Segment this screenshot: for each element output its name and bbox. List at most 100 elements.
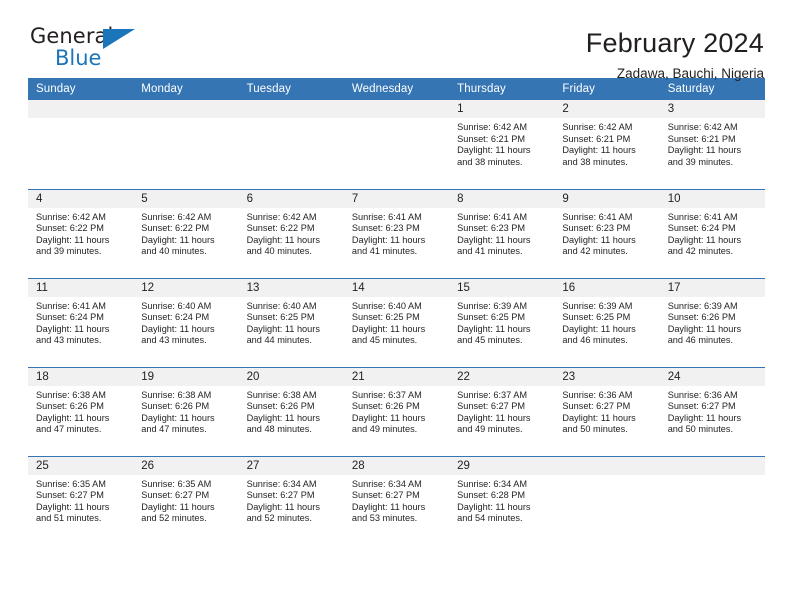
calendar-day-cell[interactable]: 4 Sunrise: 6:42 AM Sunset: 6:22 PM Daylight… — [28, 188, 134, 278]
calendar-day-cell[interactable]: 22 Sunrise: 6:37 AM Sunset: 6:27 PM Dayligh… — [449, 366, 555, 456]
daylight-text-line1: Daylight: 11 hours — [667, 145, 742, 156]
calendar-week-row: 11 Sunrise: 6:41 AM Sunset: 6:24 PM Dayligh… — [28, 277, 765, 367]
day-sun-info: Sunrise: 6:34 AM Sunset: 6:28 PM Daylight:… — [449, 475, 554, 525]
day-sun-info: Sunrise: 6:36 AM Sunset: 6:27 PM Daylight:… — [554, 386, 659, 436]
daylight-text-line1: Daylight: 11 hours — [246, 323, 320, 334]
daylight-text-line1: Daylight: 11 hours — [457, 412, 531, 423]
calendar-day-cell[interactable]: 23 Sunrise: 6:36 AM Sunset: 6:27 PM Dayligh… — [554, 366, 660, 456]
sunrise-text: Sunrise: 6:37 AM — [457, 389, 528, 400]
calendar-day-cell[interactable]: 21 Sunrise: 6:37 AM Sunset: 6:26 PM Dayligh… — [343, 366, 450, 456]
daylight-text-line1: Daylight: 11 hours — [246, 234, 320, 245]
calendar-day-cell[interactable]: 3 Sunrise: 6:42 AM Sunset: 6:21 PM Daylight… — [659, 100, 765, 189]
calendar-day-cell[interactable]: 2 Sunrise: 6:42 AM Sunset: 6:21 PM Daylight… — [554, 100, 660, 189]
title-block: February 2024 Zadawa, Bauchi, Nigeria — [586, 26, 764, 82]
day-sun-info: Sunrise: 6:42 AM Sunset: 6:22 PM Daylight:… — [133, 208, 238, 258]
calendar-day-cell[interactable]: 16 Sunrise: 6:39 AM Sunset: 6:25 PM Dayligh… — [554, 277, 660, 367]
daylight-text-line1: Daylight: 11 hours — [141, 412, 215, 423]
day-number: 26 — [133, 456, 239, 475]
logo-text-blue: Blue — [55, 46, 102, 70]
calendar-day-cell[interactable]: 5 Sunrise: 6:42 AM Sunset: 6:22 PM Daylight… — [133, 188, 239, 278]
calendar-day-cell[interactable]: 13 Sunrise: 6:40 AM Sunset: 6:25 PM Dayligh… — [238, 277, 344, 367]
day-number: 8 — [449, 189, 555, 208]
weekday-header-thursday: Thursday — [449, 78, 555, 100]
calendar-day-cell[interactable]: 29 Sunrise: 6:34 AM Sunset: 6:28 PM Dayligh… — [449, 455, 555, 545]
calendar-day-cell[interactable]: 19 Sunrise: 6:38 AM Sunset: 6:26 PM Dayligh… — [133, 366, 239, 456]
calendar-container: Sunday Monday Tuesday Wednesday Thursday… — [0, 78, 792, 545]
general-blue-logo: General Blue — [30, 26, 142, 74]
daylight-text-line1: Daylight: 11 hours — [351, 323, 426, 334]
day-number — [28, 100, 134, 118]
calendar-day-cell[interactable]: 1 Sunrise: 6:42 AM Sunset: 6:21 PM Daylight… — [449, 100, 555, 189]
calendar-day-cell[interactable]: 9 Sunrise: 6:41 AM Sunset: 6:23 PM Daylight… — [554, 188, 660, 278]
calendar-day-cell[interactable]: 28 Sunrise: 6:34 AM Sunset: 6:27 PM Dayligh… — [343, 455, 450, 545]
day-sun-info: Sunrise: 6:41 AM Sunset: 6:23 PM Daylight:… — [344, 208, 449, 258]
calendar-day-cell[interactable]: 10 Sunrise: 6:41 AM Sunset: 6:24 PM Dayligh… — [659, 188, 765, 278]
calendar-day-cell[interactable]: 17 Sunrise: 6:39 AM Sunset: 6:26 PM Dayligh… — [659, 277, 765, 367]
sunset-text: Sunset: 6:22 PM — [36, 223, 104, 234]
daylight-text-line2: and 49 minutes. — [351, 424, 418, 435]
sunset-text: Sunset: 6:23 PM — [562, 223, 631, 234]
daylight-text-line2: and 38 minutes. — [457, 156, 523, 167]
calendar-day-cell[interactable]: 12 Sunrise: 6:40 AM Sunset: 6:24 PM Dayligh… — [133, 277, 239, 367]
sunrise-text: Sunrise: 6:40 AM — [141, 300, 212, 311]
sunset-text: Sunset: 6:24 PM — [667, 223, 736, 234]
daylight-text-line2: and 50 minutes. — [562, 424, 628, 435]
sunset-text: Sunset: 6:27 PM — [141, 490, 210, 501]
calendar-day-cell[interactable]: 6 Sunrise: 6:42 AM Sunset: 6:22 PM Daylight… — [238, 188, 344, 278]
day-number: 22 — [449, 367, 555, 386]
day-number: 29 — [449, 456, 555, 475]
calendar-day-cell[interactable]: 24 Sunrise: 6:36 AM Sunset: 6:27 PM Dayligh… — [659, 366, 765, 456]
calendar-empty-cell — [659, 455, 765, 545]
sunset-text: Sunset: 6:21 PM — [667, 133, 736, 144]
sunrise-text: Sunrise: 6:42 AM — [141, 211, 212, 222]
calendar-day-cell[interactable]: 27 Sunrise: 6:34 AM Sunset: 6:27 PM Dayligh… — [238, 455, 344, 545]
daylight-text-line2: and 41 minutes. — [351, 246, 418, 257]
daylight-text-line2: and 47 minutes. — [141, 424, 207, 435]
day-number: 13 — [238, 278, 344, 297]
page-title: February 2024 — [585, 28, 764, 58]
sunset-text: Sunset: 6:27 PM — [457, 401, 526, 412]
daylight-text-line1: Daylight: 11 hours — [562, 145, 636, 156]
daylight-text-line1: Daylight: 11 hours — [141, 234, 215, 245]
calendar-week-row: 1 Sunrise: 6:42 AM Sunset: 6:21 PM Daylight… — [28, 100, 765, 189]
daylight-text-line1: Daylight: 11 hours — [351, 412, 426, 423]
daylight-text-line1: Daylight: 11 hours — [36, 234, 110, 245]
calendar-day-cell[interactable]: 7 Sunrise: 6:41 AM Sunset: 6:23 PM Daylight… — [343, 188, 450, 278]
sunrise-text: Sunrise: 6:36 AM — [667, 389, 738, 400]
day-sun-info: Sunrise: 6:42 AM Sunset: 6:21 PM Daylight:… — [554, 118, 659, 168]
sunrise-text: Sunrise: 6:34 AM — [457, 478, 528, 489]
sunrise-text: Sunrise: 6:41 AM — [562, 211, 633, 222]
calendar-day-cell[interactable]: 25 Sunrise: 6:35 AM Sunset: 6:27 PM Dayligh… — [28, 455, 134, 545]
sunrise-text: Sunrise: 6:41 AM — [36, 300, 106, 311]
calendar-day-cell[interactable]: 18 Sunrise: 6:38 AM Sunset: 6:26 PM Dayligh… — [28, 366, 134, 456]
calendar-day-cell[interactable]: 11 Sunrise: 6:41 AM Sunset: 6:24 PM Dayligh… — [28, 277, 134, 367]
day-number: 9 — [554, 189, 660, 208]
sunrise-text: Sunrise: 6:42 AM — [562, 122, 633, 132]
calendar-page: General Blue February 2024 Zadawa, Bauch… — [0, 0, 792, 612]
day-number: 17 — [659, 278, 765, 297]
calendar-day-cell[interactable]: 15 Sunrise: 6:39 AM Sunset: 6:25 PM Dayligh… — [449, 277, 555, 367]
calendar-day-cell[interactable]: 20 Sunrise: 6:38 AM Sunset: 6:26 PM Dayligh… — [238, 366, 344, 456]
daylight-text-line2: and 46 minutes. — [667, 335, 734, 346]
sunset-text: Sunset: 6:26 PM — [351, 401, 420, 412]
sunrise-text: Sunrise: 6:38 AM — [246, 389, 317, 400]
calendar-day-cell[interactable]: 14 Sunrise: 6:40 AM Sunset: 6:25 PM Dayligh… — [343, 277, 450, 367]
calendar-empty-cell — [554, 455, 660, 545]
daylight-text-line2: and 40 minutes. — [246, 246, 312, 257]
daylight-text-line1: Daylight: 11 hours — [351, 234, 426, 245]
daylight-text-line1: Daylight: 11 hours — [36, 501, 110, 512]
daylight-text-line2: and 39 minutes. — [36, 246, 102, 257]
day-sun-info: Sunrise: 6:41 AM Sunset: 6:24 PM Daylight:… — [660, 208, 765, 258]
daylight-text-line2: and 42 minutes. — [667, 246, 734, 257]
calendar-day-cell[interactable]: 26 Sunrise: 6:35 AM Sunset: 6:27 PM Dayligh… — [133, 455, 239, 545]
weekday-header-wednesday: Wednesday — [343, 78, 450, 100]
sunset-text: Sunset: 6:26 PM — [141, 401, 210, 412]
sunrise-text: Sunrise: 6:40 AM — [351, 300, 422, 311]
day-number — [343, 100, 450, 118]
weekday-header-tuesday: Tuesday — [238, 78, 344, 100]
calendar-day-cell[interactable]: 8 Sunrise: 6:41 AM Sunset: 6:23 PM Daylight… — [449, 188, 555, 278]
daylight-text-line1: Daylight: 11 hours — [36, 323, 110, 334]
day-sun-info: Sunrise: 6:42 AM Sunset: 6:21 PM Daylight:… — [449, 118, 554, 168]
sunset-text: Sunset: 6:27 PM — [667, 401, 736, 412]
daylight-text-line2: and 49 minutes. — [457, 424, 523, 435]
